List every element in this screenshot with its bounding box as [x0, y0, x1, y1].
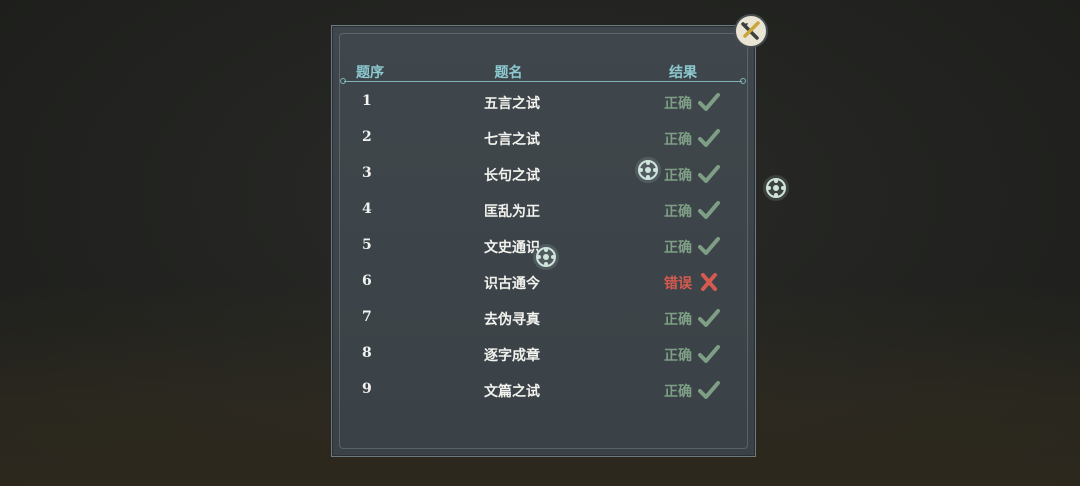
table-row: 9 文篇之试 正确 — [332, 378, 755, 414]
check-icon — [698, 128, 720, 148]
table-row: 2 七言之试 正确 — [332, 126, 755, 162]
check-icon — [698, 380, 720, 400]
row-name: 去伪寻真 — [484, 312, 540, 328]
row-result: 正确 — [664, 348, 692, 364]
table-row: 3 长句之试 正确 — [332, 162, 755, 198]
table-row: 7 去伪寻真 正确 — [332, 306, 755, 342]
check-icon — [698, 308, 720, 328]
close-button[interactable] — [734, 14, 768, 48]
header-result: 结果 — [669, 65, 697, 81]
row-result: 正确 — [664, 132, 692, 148]
row-result: 正确 — [664, 168, 692, 184]
row-name: 匡乱为正 — [484, 204, 540, 220]
row-name: 五言之试 — [484, 96, 540, 112]
row-name: 逐字成章 — [484, 348, 540, 364]
check-icon — [698, 344, 720, 364]
check-icon — [698, 92, 720, 112]
header-name: 题名 — [494, 65, 523, 81]
quiz-results-panel: 题序 题名 结果 1 五言之试 正确 2 七言之试 正确 3 长句之试 正确 4 匡乱为正 正确 5 文史… — [331, 25, 756, 457]
close-icon — [741, 21, 760, 40]
row-result: 正确 — [664, 204, 692, 220]
row-result: 正确 — [664, 240, 692, 256]
check-icon — [698, 164, 720, 184]
row-name: 七言之试 — [484, 132, 540, 148]
row-name: 文史通识 — [484, 240, 540, 256]
table-row: 8 逐字成章 正确 — [332, 342, 755, 378]
row-result: 正确 — [664, 96, 692, 112]
table-row: 1 五言之试 正确 — [332, 90, 755, 126]
row-result: 错误 — [664, 276, 692, 292]
row-result: 正确 — [664, 384, 692, 400]
row-name: 识古通今 — [484, 276, 540, 292]
row-name: 文篇之试 — [484, 384, 540, 400]
table-row: 4 匡乱为正 正确 — [332, 198, 755, 234]
check-icon — [698, 200, 720, 220]
cross-icon — [698, 272, 720, 292]
table-header: 题序 题名 结果 — [332, 62, 755, 82]
row-result: 正确 — [664, 312, 692, 328]
header-divider — [340, 78, 746, 84]
spirit-orb-icon — [763, 175, 789, 201]
spirit-orb-icon — [533, 244, 559, 270]
table-row: 6 识古通今 错误 — [332, 270, 755, 306]
spirit-orb-icon — [635, 157, 661, 183]
check-icon — [698, 236, 720, 256]
